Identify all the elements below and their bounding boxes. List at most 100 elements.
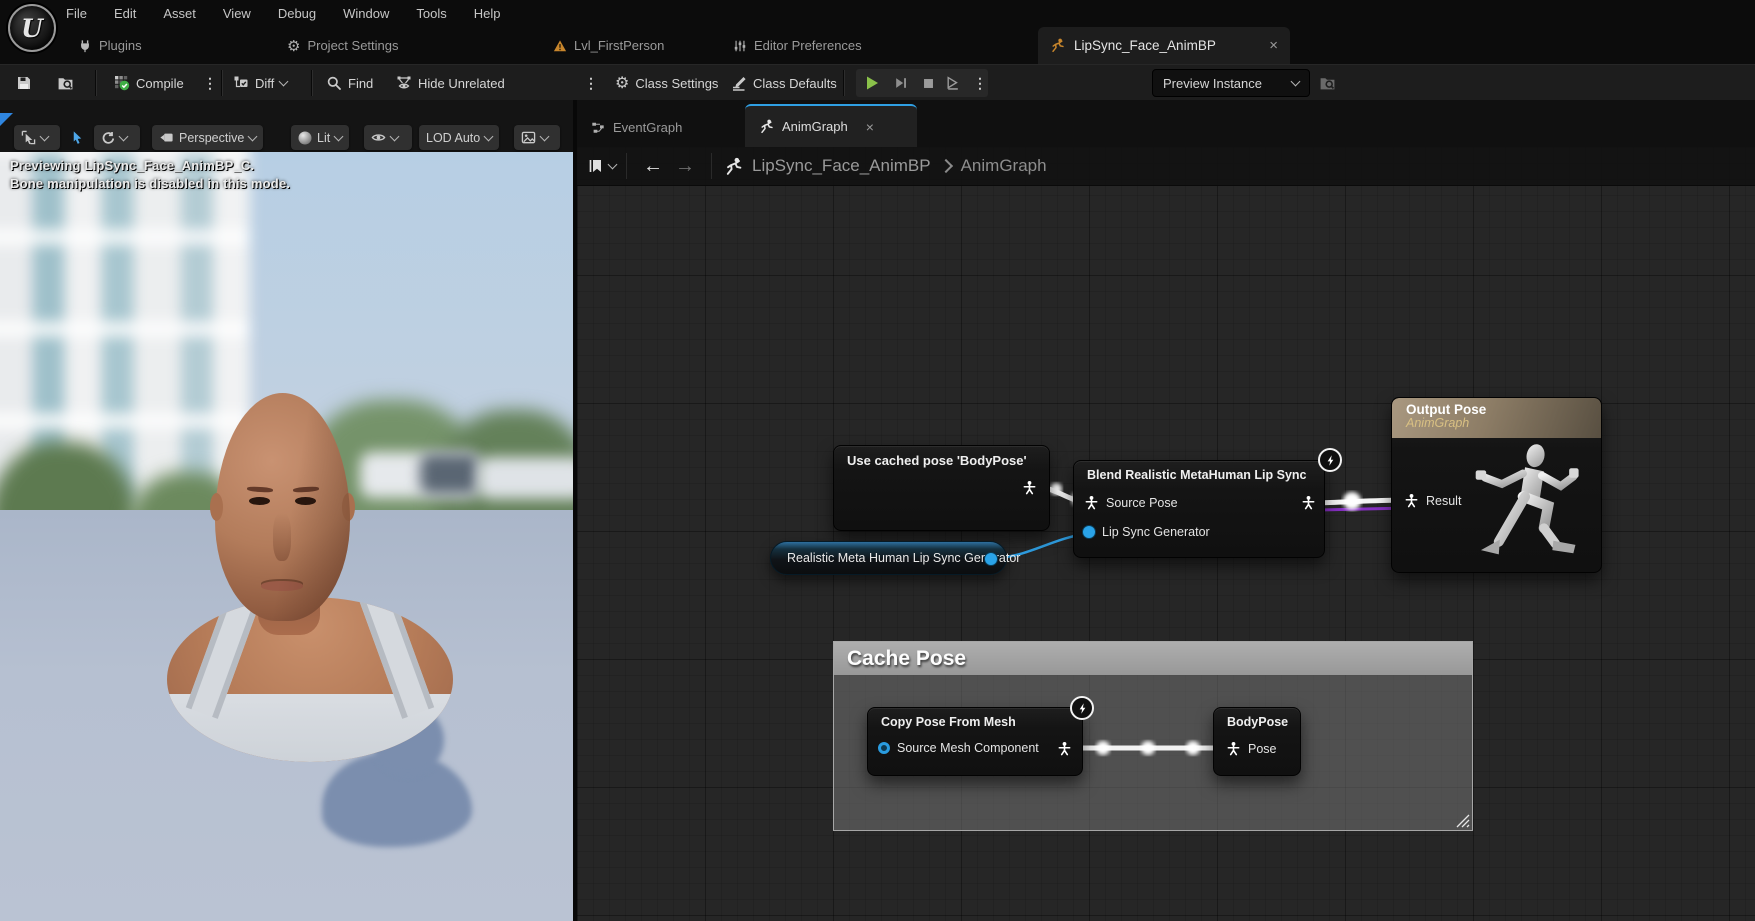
hide-unrelated-options-button[interactable]: ⋮	[584, 65, 598, 101]
fast-path-badge	[1070, 696, 1094, 720]
node-copy-pose-from-mesh[interactable]: Copy Pose From Mesh Source Mesh Componen…	[867, 707, 1083, 776]
hide-unrelated-icon	[396, 75, 412, 91]
diff-icon	[233, 75, 249, 91]
skip-icon	[894, 76, 908, 90]
compile-button[interactable]: Compile	[114, 65, 184, 101]
tab-eventgraph[interactable]: EventGraph	[577, 108, 696, 147]
pin-pose-output[interactable]	[1301, 495, 1316, 510]
tab-close-icon[interactable]: ×	[1269, 37, 1278, 54]
pin-pose-output[interactable]	[1022, 480, 1037, 495]
kebab-icon: ⋮	[203, 75, 217, 92]
tab-editor-preferences[interactable]: Editor Preferences	[733, 27, 862, 64]
transport-options-button[interactable]: ⋮	[973, 65, 987, 101]
chevron-down-icon	[608, 160, 618, 170]
node-output-pose[interactable]: Output Pose AnimGraph	[1391, 397, 1602, 573]
rotate-icon	[101, 131, 115, 145]
nav-separator	[626, 153, 627, 179]
tab-project-settings[interactable]: ⚙ Project Settings	[287, 27, 399, 64]
chevron-down-icon	[248, 131, 258, 141]
comment-resize-handle[interactable]	[1456, 814, 1470, 828]
menu-view[interactable]: View	[223, 6, 251, 21]
comment-title[interactable]: Cache Pose	[834, 642, 1472, 675]
hide-unrelated-button[interactable]: Hide Unrelated	[396, 65, 505, 101]
tab-lipsync-face-animbp-label: LipSync_Face_AnimBP	[1074, 38, 1216, 53]
camera-icon	[159, 130, 174, 145]
find-button[interactable]: Find	[326, 65, 373, 101]
transform-mode-dropdown[interactable]	[14, 125, 60, 150]
node-save-cached-pose-bodypose[interactable]: BodyPose Pose	[1213, 707, 1301, 776]
menu-asset[interactable]: Asset	[163, 6, 196, 21]
preview-instance-dropdown[interactable]: Preview Instance	[1152, 69, 1310, 97]
menu-file[interactable]: File	[66, 6, 87, 21]
lit-mode-dropdown[interactable]: Lit	[291, 125, 349, 150]
pin-pose-input[interactable]: Pose	[1226, 741, 1277, 756]
pin-label: Result	[1426, 494, 1461, 508]
node-blend-metahuman-lipsync[interactable]: Blend Realistic MetaHuman Lip Sync Sourc…	[1073, 460, 1325, 558]
tab-animgraph[interactable]: AnimGraph ×	[745, 104, 917, 147]
lod-label: LOD Auto	[426, 131, 480, 145]
bookmark-icon	[588, 158, 604, 174]
lod-dropdown[interactable]: LOD Auto	[419, 125, 499, 150]
object-pin-icon[interactable]	[985, 553, 997, 565]
browse-button[interactable]	[56, 65, 75, 101]
chevron-down-icon	[540, 131, 550, 141]
tab-animgraph-close-icon[interactable]: ×	[866, 119, 874, 135]
menu-bar: File Edit Asset View Debug Window Tools …	[66, 0, 501, 27]
node-title: BodyPose	[1214, 708, 1300, 734]
play-button[interactable]	[864, 65, 880, 101]
diff-button[interactable]: Diff	[233, 65, 287, 101]
browse-preview-button[interactable]	[1318, 65, 1337, 101]
folder-search-icon	[1318, 75, 1337, 92]
screenshot-dropdown[interactable]	[514, 125, 560, 150]
pose-pin-icon	[1022, 480, 1037, 495]
class-defaults-button[interactable]: Class Defaults	[731, 65, 837, 101]
play-to-end-button[interactable]	[946, 65, 960, 101]
node-use-cached-pose[interactable]: Use cached pose 'BodyPose'	[833, 445, 1050, 531]
save-button[interactable]	[16, 65, 32, 101]
menu-debug[interactable]: Debug	[278, 6, 316, 21]
pose-pin-icon	[1084, 495, 1099, 510]
nav-forward-button[interactable]: →	[675, 156, 695, 176]
rotate-mode-dropdown[interactable]	[94, 125, 140, 150]
lit-sphere-icon	[298, 131, 312, 145]
pin-lip-sync-generator[interactable]: Lip Sync Generator	[1083, 525, 1210, 539]
mannequin-figure	[1450, 442, 1598, 568]
pin-source-mesh-component[interactable]: Source Mesh Component	[878, 741, 1039, 755]
nav-back-button[interactable]: ←	[643, 156, 663, 176]
select-tool-button[interactable]	[66, 125, 90, 150]
class-settings-button[interactable]: ⚙ Class Settings	[615, 65, 718, 101]
lightning-icon	[1324, 454, 1337, 467]
tab-project-settings-label: Project Settings	[307, 38, 398, 53]
pin-pose-output[interactable]	[1057, 741, 1072, 756]
perspective-dropdown[interactable]: Perspective	[152, 125, 263, 150]
diff-label: Diff	[255, 76, 274, 91]
bookmarks-dropdown[interactable]	[588, 158, 616, 174]
stop-button[interactable]	[922, 65, 935, 101]
menu-help[interactable]: Help	[474, 6, 501, 21]
pin-result[interactable]: Result	[1404, 493, 1461, 508]
unreal-logo-icon[interactable]: U	[8, 4, 56, 52]
tab-plugins[interactable]: Plugins	[78, 27, 142, 64]
tab-lipsync-face-animbp[interactable]: LipSync_Face_AnimBP ×	[1038, 27, 1290, 64]
breadcrumb-root[interactable]: LipSync_Face_AnimBP	[752, 156, 931, 176]
pin-label: Pose	[1248, 742, 1277, 756]
show-flags-dropdown[interactable]	[364, 125, 412, 150]
find-label: Find	[348, 76, 373, 91]
node-title: Copy Pose From Mesh	[868, 708, 1082, 734]
tab-level[interactable]: Lvl_FirstPerson	[553, 27, 664, 64]
menu-edit[interactable]: Edit	[114, 6, 136, 21]
pin-source-pose[interactable]: Source Pose	[1084, 495, 1178, 510]
menu-tools[interactable]: Tools	[416, 6, 446, 21]
node-lipsync-generator-variable[interactable]: Realistic Meta Human Lip Sync Generator	[770, 541, 1007, 575]
viewport-scene[interactable]: Previewing LipSync_Face_AnimBP_C. Bone m…	[0, 152, 573, 921]
pose-pin-icon	[1226, 741, 1241, 756]
node-title: Use cached pose 'BodyPose'	[834, 446, 1049, 473]
compile-options-button[interactable]: ⋮	[203, 65, 217, 101]
preview-viewport-panel: Perspective Lit LOD Auto	[0, 100, 573, 921]
tab-editor-preferences-label: Editor Preferences	[754, 38, 862, 53]
kebab-icon: ⋮	[584, 75, 598, 92]
animgraph-canvas[interactable]: ← → LipSync_Face_AnimBP AnimGraph Cache …	[577, 147, 1755, 921]
frame-skip-button[interactable]	[894, 65, 908, 101]
tab-animgraph-label: AnimGraph	[782, 119, 848, 134]
menu-window[interactable]: Window	[343, 6, 389, 21]
